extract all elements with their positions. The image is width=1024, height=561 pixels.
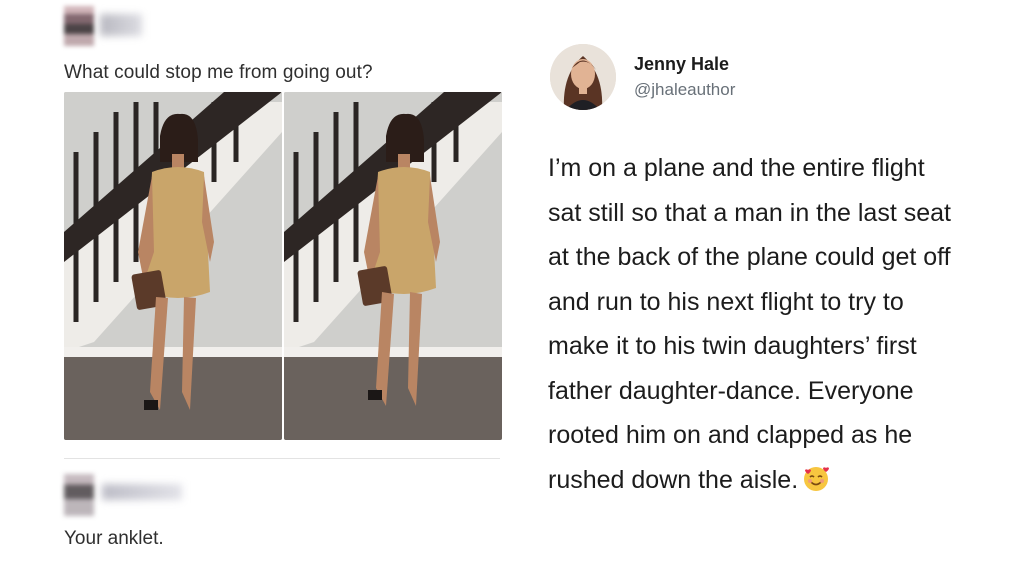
photo-left[interactable] <box>64 92 282 440</box>
post-text: What could stop me from going out? <box>64 62 373 83</box>
smiling-face-with-hearts-icon <box>804 466 830 491</box>
blurred-avatar <box>64 6 94 46</box>
blurred-username <box>100 14 142 36</box>
photo-woman-in-gold-dress <box>64 92 282 440</box>
user-handle[interactable]: @jhaleauthor <box>634 80 735 100</box>
tweet-line: sat still so that a man in the last seat <box>548 198 951 227</box>
display-name[interactable]: Jenny Hale <box>634 54 729 75</box>
tweet-line: father daughter-dance. Everyone <box>548 376 914 405</box>
reply-text: Your anklet. <box>64 528 164 549</box>
blurred-avatar <box>64 474 94 516</box>
tweet-line-last: rushed down the aisle. <box>548 458 1024 503</box>
tweet-line: I’m on a plane and the entire flight <box>548 154 925 182</box>
profile-photo-icon <box>550 44 616 110</box>
tweet-line: and run to his next flight to try to <box>548 287 904 316</box>
blurred-username <box>102 484 182 500</box>
tweet-line: rooted him on and clapped as he <box>548 421 913 449</box>
tweet-body: I’m on a plane and the entire flight sat… <box>548 146 1024 502</box>
tweet-line: at the back of the plane could get off <box>548 243 951 271</box>
photo-right[interactable] <box>284 92 502 440</box>
tweet-line: make it to his twin daughters’ first <box>548 332 917 360</box>
tweet-line: rushed down the aisle. <box>548 465 799 494</box>
photo-woman-in-gold-dress <box>284 92 502 440</box>
left-post: What could stop me from going out? Your … <box>0 0 520 561</box>
divider <box>64 458 500 459</box>
avatar[interactable] <box>550 44 616 110</box>
tweet-card: Jenny Hale @jhaleauthor I’m on a plane a… <box>534 0 1024 561</box>
